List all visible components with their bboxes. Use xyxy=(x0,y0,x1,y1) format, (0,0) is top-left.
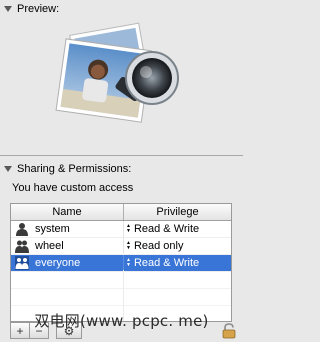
updown-arrows-icon: ▲ ▼ xyxy=(126,257,131,268)
updown-arrows-icon: ▲ ▼ xyxy=(126,240,131,251)
empty-row xyxy=(11,289,231,306)
privilege-value: Read & Write xyxy=(133,223,200,235)
everyone-icon xyxy=(15,256,29,270)
table-row[interactable]: system ▲ ▼ Read & Write xyxy=(11,221,231,238)
privilege-value: Read only xyxy=(133,240,184,252)
lock-icon[interactable] xyxy=(222,323,236,339)
column-header-privilege[interactable]: Privilege xyxy=(123,204,231,220)
sharing-section-header[interactable]: Sharing & Permissions: xyxy=(4,162,131,176)
user-name: system xyxy=(35,223,70,235)
user-name: everyone xyxy=(35,257,81,269)
privilege-popup[interactable]: ▲ ▼ Read & Write xyxy=(123,221,231,237)
permissions-table[interactable]: Name Privilege system ▲ ▼ Read & Write wh… xyxy=(10,203,232,322)
preview-section-header[interactable]: Preview: xyxy=(4,2,59,16)
privilege-value: Read & Write xyxy=(133,257,200,269)
preview-title: Preview: xyxy=(17,3,60,15)
table-header: Name Privilege xyxy=(11,204,231,221)
updown-arrows-icon: ▲ ▼ xyxy=(126,223,131,234)
access-status-text: You have custom access xyxy=(12,182,134,194)
table-row[interactable]: wheel ▲ ▼ Read only xyxy=(11,238,231,255)
privilege-popup[interactable]: ▲ ▼ Read only xyxy=(123,238,231,254)
disclosure-triangle-icon[interactable] xyxy=(4,166,12,172)
user-name: wheel xyxy=(35,240,64,252)
disclosure-triangle-icon[interactable] xyxy=(4,6,12,12)
preview-app-icon xyxy=(54,16,190,144)
section-divider xyxy=(0,155,243,156)
watermark-text: 双电网(www. pcpc. me) xyxy=(34,312,209,330)
privilege-popup[interactable]: ▲ ▼ Read & Write xyxy=(123,255,231,271)
sharing-title: Sharing & Permissions: xyxy=(17,163,132,175)
column-header-name[interactable]: Name xyxy=(11,204,123,220)
empty-row xyxy=(11,272,231,289)
single-user-icon xyxy=(16,223,28,236)
group-icon xyxy=(15,240,29,253)
table-row-selected[interactable]: everyone ▲ ▼ Read & Write xyxy=(11,255,231,272)
